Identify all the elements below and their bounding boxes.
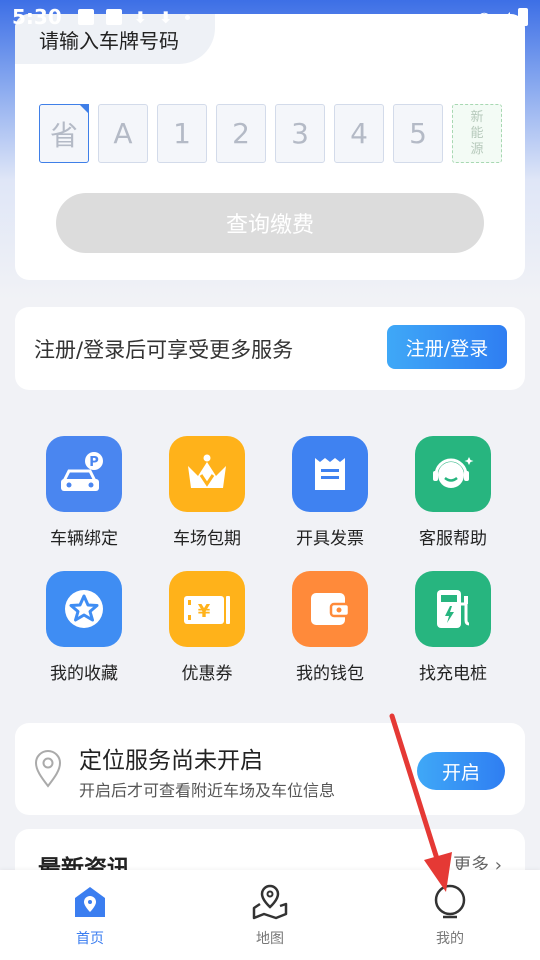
service-label: 找充电桩 <box>419 664 487 684</box>
service-label: 我的收藏 <box>50 664 118 684</box>
service-label: 车辆绑定 <box>50 529 118 549</box>
location-subtitle: 开启后才可查看附近车场及车位信息 <box>79 781 336 800</box>
nav-home[interactable]: 首页 <box>30 884 150 948</box>
service-wallet[interactable]: 我的钱包 <box>270 571 390 684</box>
gallery-notification-icon <box>77 9 94 25</box>
service-label: 开具发票 <box>296 529 364 549</box>
plate-box-province[interactable]: 省 <box>39 104 89 163</box>
nav-mine[interactable]: 我的 <box>390 884 510 948</box>
service-car-binding[interactable]: P 车辆绑定 <box>24 436 144 549</box>
nav-label: 地图 <box>256 931 284 947</box>
service-customer-help[interactable]: 客服帮助 <box>393 436 513 549</box>
login-prompt-text: 注册/登录后可享受更多服务 <box>34 337 294 362</box>
coupon-icon: ¥ <box>169 571 245 647</box>
register-login-button[interactable]: 注册/登录 <box>387 325 507 369</box>
service-label: 优惠券 <box>181 664 233 684</box>
more-notifications-icon <box>184 14 190 20</box>
wifi-icon: ◒ <box>477 7 492 27</box>
plate-box-6[interactable]: 4 <box>334 104 384 163</box>
query-payment-button[interactable]: 查询缴费 <box>56 193 484 253</box>
plate-number-boxes: 省 A 1 2 3 4 5 新 能 源 <box>39 104 502 163</box>
plate-box-5[interactable]: 3 <box>275 104 325 163</box>
service-favorites[interactable]: 我的收藏 <box>24 571 144 684</box>
plate-box-new-energy[interactable]: 新 能 源 <box>452 104 502 163</box>
plate-box-4[interactable]: 2 <box>216 104 266 163</box>
signal-icon: ◢ <box>499 9 510 25</box>
location-title: 定位服务尚未开启 <box>79 748 263 774</box>
bottom-navigation: 首页 地图 我的 <box>0 870 540 960</box>
star-icon <box>46 571 122 647</box>
nav-map[interactable]: 地图 <box>210 884 330 948</box>
service-label: 客服帮助 <box>419 529 487 549</box>
download-icon: ⬇ <box>133 7 148 27</box>
service-invoice[interactable]: 开具发票 <box>270 436 390 549</box>
map-icon <box>252 884 288 920</box>
service-parking-package[interactable]: 车场包期 <box>147 436 267 549</box>
plate-box-2[interactable]: A <box>98 104 148 163</box>
service-charging-pile[interactable]: 找充电桩 <box>393 571 513 684</box>
location-pin-icon <box>34 750 62 788</box>
car-bind-icon: P <box>46 436 122 512</box>
wallet-icon <box>292 571 368 647</box>
plate-input-card: 请输入车牌号码 省 A 1 2 3 4 5 新 能 源 查询缴费 <box>15 14 525 280</box>
crown-icon <box>169 436 245 512</box>
profile-icon <box>434 884 466 919</box>
service-coupons[interactable]: ¥ 优惠券 <box>147 571 267 684</box>
plate-box-3[interactable]: 1 <box>157 104 207 163</box>
customer-service-icon <box>415 436 491 512</box>
service-label: 我的钱包 <box>296 664 364 684</box>
invoice-icon <box>292 436 368 512</box>
login-prompt-card: 注册/登录后可享受更多服务 注册/登录 <box>15 307 525 390</box>
svg-text:P: P <box>89 455 99 470</box>
app-notification-icon <box>105 9 122 25</box>
enable-location-button[interactable]: 开启 <box>417 752 505 790</box>
status-time: 5:30 <box>12 5 62 29</box>
status-bar: 5:30 ⬇ ⬇ ◒ ◢ <box>0 0 540 34</box>
home-icon <box>75 887 105 917</box>
svg-text:¥: ¥ <box>198 601 211 622</box>
location-service-card: 定位服务尚未开启 开启后才可查看附近车场及车位信息 开启 <box>15 723 525 815</box>
plate-box-7[interactable]: 5 <box>393 104 443 163</box>
nav-label: 首页 <box>76 931 104 947</box>
service-label: 车场包期 <box>173 529 241 549</box>
charging-pile-icon <box>415 571 491 647</box>
battery-icon <box>518 8 528 26</box>
nav-label: 我的 <box>436 931 464 947</box>
download-icon-2: ⬇ <box>159 7 173 27</box>
